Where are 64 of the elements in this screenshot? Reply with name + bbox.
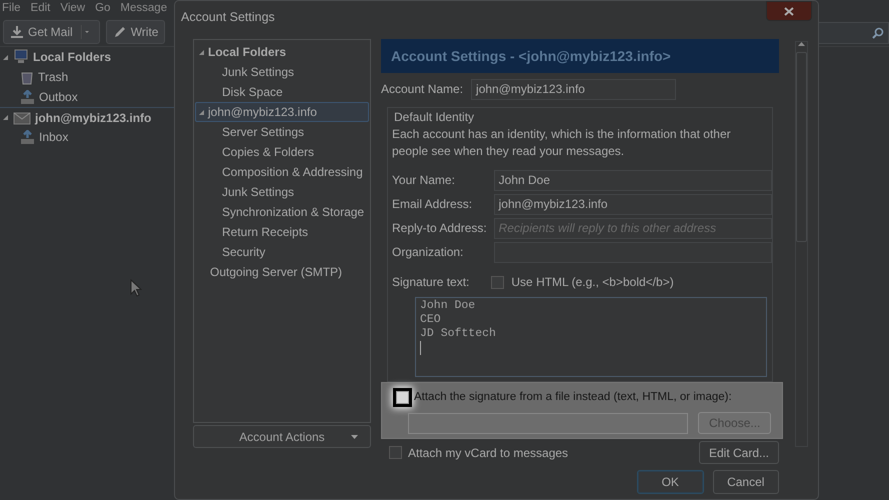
- envelope-icon: [13, 110, 31, 124]
- tray-arrow-icon: [20, 90, 35, 104]
- tree-item[interactable]: Composition & Addressing: [195, 162, 369, 182]
- tree-item[interactable]: Disk Space: [195, 82, 369, 102]
- mouse-pointer-icon: [130, 279, 142, 297]
- dialog-title: Account Settings: [181, 8, 275, 26]
- close-icon: [784, 6, 794, 16]
- checkbox[interactable]: [389, 446, 402, 460]
- folder-item[interactable]: Trash: [38, 68, 68, 86]
- menu-item[interactable]: File: [2, 0, 21, 17]
- field-label: Account Name:: [381, 81, 464, 98]
- field-label: Organization:: [392, 244, 464, 261]
- download-icon: [10, 24, 24, 38]
- tree-item[interactable]: Copies & Folders: [195, 142, 369, 162]
- page-heading: Account Settings - <john@mybiz123.info>: [381, 39, 779, 73]
- menu-item[interactable]: Message: [120, 0, 168, 17]
- search-field[interactable]: [818, 22, 889, 44]
- folder-item[interactable]: john@mybiz123.info: [35, 108, 152, 126]
- computer-icon: [13, 49, 29, 65]
- tray-arrow-icon: [20, 130, 35, 144]
- checkbox[interactable]: [396, 391, 409, 404]
- field-label: Your Name:: [392, 172, 456, 189]
- pencil-icon: [112, 24, 127, 38]
- dialog-button[interactable]: OK: [637, 470, 704, 494]
- field-label: Email Address:: [392, 196, 474, 213]
- folder-item[interactable]: Local Folders: [33, 48, 112, 66]
- text-caret: [420, 341, 421, 355]
- folder-item[interactable]: Outbox: [39, 88, 78, 106]
- toolbar-button[interactable]: Get Mail: [3, 20, 100, 44]
- tree-item[interactable]: Junk Settings: [195, 62, 369, 82]
- edit-card-button[interactable]: Edit Card...: [699, 441, 779, 464]
- scroll-up-arrow-icon: [798, 42, 805, 46]
- description-text: Each account has an identity, which is the information that other people see when they read your messages.: [392, 126, 732, 160]
- dialog-button[interactable]: Cancel: [712, 470, 779, 494]
- tree-item[interactable]: Synchronization & Storage: [195, 202, 369, 222]
- menu-item[interactable]: View: [60, 0, 86, 17]
- checkbox[interactable]: [491, 276, 504, 288]
- menu-item[interactable]: Go: [95, 0, 110, 17]
- account-actions-button[interactable]: Account Actions: [193, 425, 371, 448]
- checkbox-label: Attach my vCard to messages: [408, 444, 568, 462]
- tree-item[interactable]: john@mybiz123.info: [195, 102, 369, 122]
- trash-can-icon: [20, 70, 34, 84]
- tree-item[interactable]: Outgoing Server (SMTP): [195, 262, 369, 282]
- dropdown-caret-icon: [351, 435, 358, 439]
- signature-text-area[interactable]: John Doe CEO JD Softtech: [415, 297, 767, 377]
- tree-item[interactable]: Local Folders: [195, 42, 369, 62]
- input-field[interactable]: john@mybiz123.info: [494, 194, 772, 214]
- toolbar-button[interactable]: Write: [106, 20, 166, 44]
- scrollbar[interactable]: [795, 41, 808, 447]
- input-field[interactable]: John Doe: [494, 170, 772, 190]
- search-icon: [872, 27, 884, 39]
- tree-item[interactable]: Return Receipts: [195, 222, 369, 242]
- file-path-field[interactable]: [408, 412, 688, 434]
- tree-item[interactable]: Server Settings: [195, 122, 369, 142]
- field-label: Reply-to Address:: [392, 220, 488, 237]
- menu-item[interactable]: Edit: [30, 0, 50, 17]
- account-name-field[interactable]: john@mybiz123.info: [471, 78, 676, 100]
- checkbox-label: Use HTML (e.g., <b>bold</b>): [511, 274, 674, 291]
- tree-item[interactable]: Security: [195, 242, 369, 262]
- folder-item[interactable]: Inbox: [39, 128, 68, 146]
- checkbox-label: Attach the signature from a file instead (text, HTML, or image):: [414, 390, 732, 405]
- tree-item[interactable]: Junk Settings: [195, 182, 369, 202]
- field-label: Signature text:: [392, 274, 470, 291]
- close-button[interactable]: [766, 1, 812, 21]
